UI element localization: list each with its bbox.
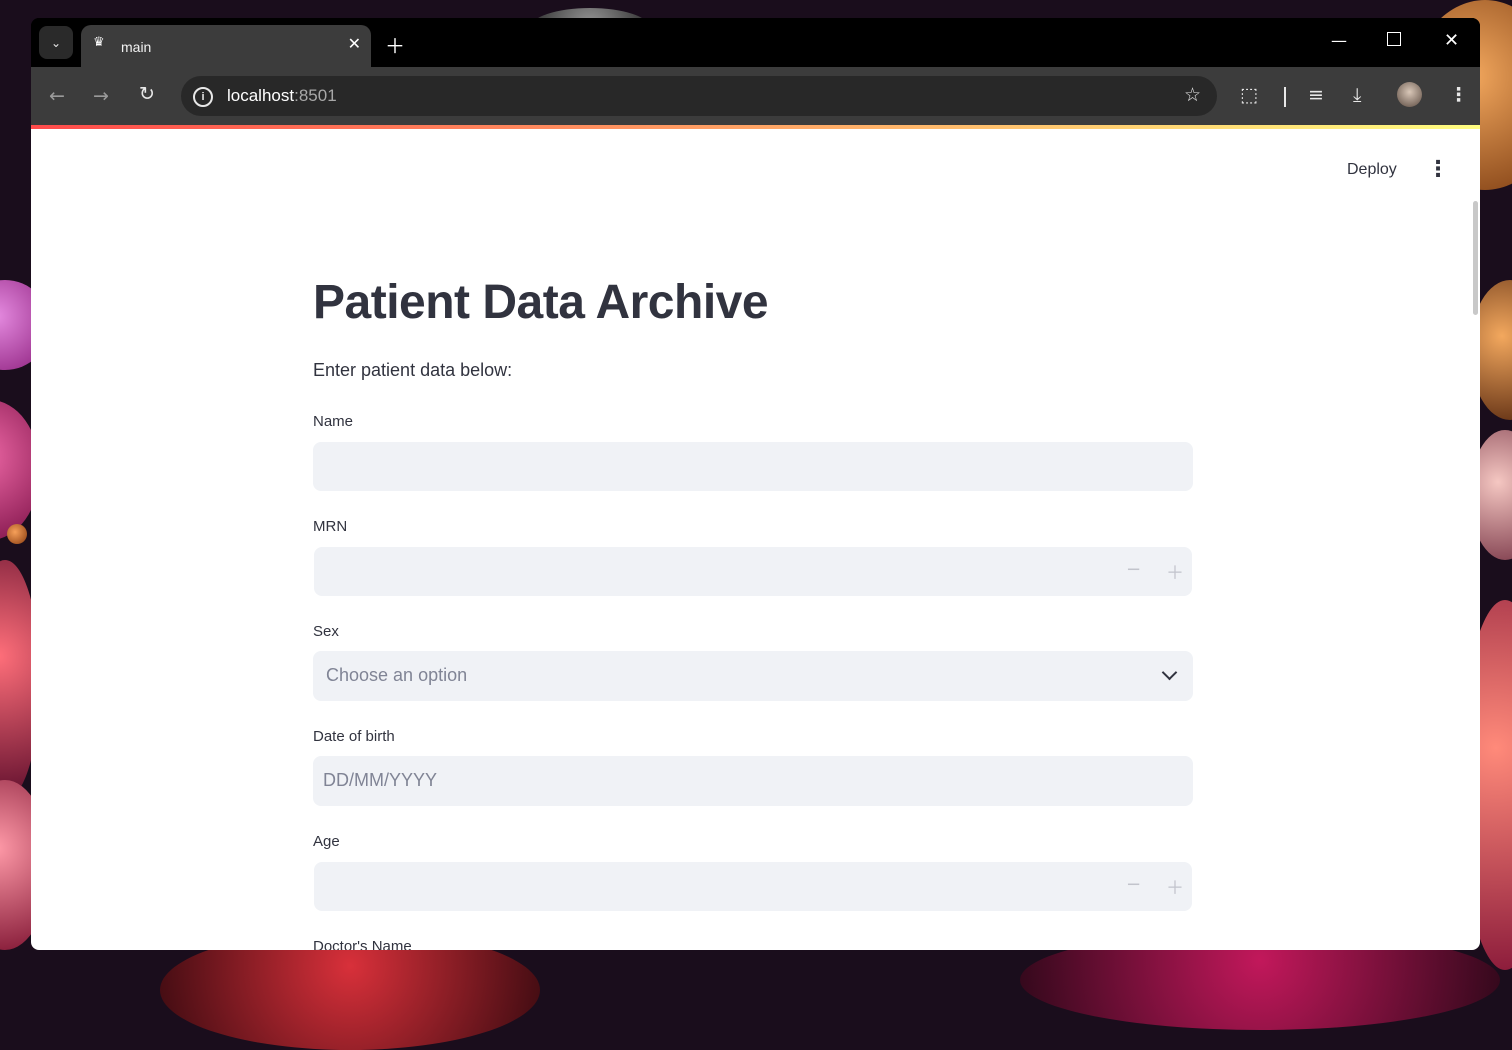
main-menu-icon[interactable]: ⋮ xyxy=(1427,159,1449,181)
intro-text: Enter patient data below: xyxy=(313,360,513,380)
mrn-decrement-icon[interactable]: − xyxy=(1126,559,1141,580)
window-close-icon[interactable]: ✕ xyxy=(1444,30,1459,51)
back-icon[interactable]: ← xyxy=(49,85,65,107)
sex-select[interactable]: Choose an option xyxy=(313,651,1193,701)
dob-input[interactable]: DD/MM/YYYY xyxy=(313,756,1193,806)
toolbar-divider xyxy=(1284,87,1286,107)
age-field-block: Age − ＋ xyxy=(313,833,1193,911)
crown-icon: ♛ xyxy=(93,35,105,50)
mrn-input[interactable]: − ＋ xyxy=(314,547,1192,596)
maximize-icon[interactable] xyxy=(1387,32,1401,46)
close-icon[interactable]: ✕ xyxy=(348,34,361,53)
mrn-label: MRN xyxy=(313,518,348,535)
sex-placeholder: Choose an option xyxy=(326,665,468,685)
doctor-field-block: Doctor's Name xyxy=(313,938,1193,950)
age-increment-icon[interactable]: ＋ xyxy=(1166,874,1184,900)
name-field-block: Name xyxy=(313,413,1193,491)
extensions-icon[interactable]: ⬚ xyxy=(1240,84,1258,106)
scrollbar[interactable] xyxy=(1473,201,1478,315)
tab-search-button[interactable]: ⌄ xyxy=(39,26,73,59)
age-label: Age xyxy=(313,833,340,850)
forward-icon[interactable]: → xyxy=(93,85,109,107)
info-icon[interactable]: i xyxy=(193,87,213,107)
media-queue-icon[interactable]: ≡ xyxy=(1308,84,1324,106)
download-icon[interactable]: ⤓ xyxy=(1353,84,1361,106)
mrn-increment-icon[interactable]: ＋ xyxy=(1166,559,1184,585)
name-label: Name xyxy=(313,413,354,430)
bookmark-star-icon[interactable]: ☆ xyxy=(1184,84,1201,106)
url-text: localhost:8501 xyxy=(227,86,337,105)
chevron-down-icon xyxy=(1161,664,1178,681)
age-input[interactable]: − ＋ xyxy=(314,862,1192,911)
address-bar[interactable]: i localhost:8501 ☆ xyxy=(181,76,1217,116)
browser-toolbar: ← → ↻ i localhost:8501 ☆ ⬚ ≡ ⤓ ⋮ xyxy=(31,67,1480,125)
new-tab-button[interactable]: ＋ xyxy=(385,30,405,59)
browser-window: ⌄ ♛ main ✕ ＋ — ✕ ← → ↻ i localhost:8501 … xyxy=(31,18,1480,950)
age-decrement-icon[interactable]: − xyxy=(1126,874,1141,895)
reload-icon[interactable]: ↻ xyxy=(139,83,155,105)
tab-main[interactable]: ♛ main ✕ xyxy=(81,25,371,67)
header-decoration xyxy=(31,125,1480,129)
doctor-label: Doctor's Name xyxy=(313,938,412,950)
mrn-field-block: MRN − ＋ xyxy=(313,518,1193,596)
dob-placeholder: DD/MM/YYYY xyxy=(323,770,438,790)
name-input[interactable] xyxy=(313,442,1193,491)
streamlit-app: Deploy ⋮ Patient Data Archive Enter pati… xyxy=(31,125,1480,950)
tab-strip: ⌄ ♛ main ✕ ＋ — ✕ xyxy=(31,18,1480,67)
dob-label: Date of birth xyxy=(313,728,395,745)
deploy-button[interactable]: Deploy xyxy=(1347,161,1397,179)
browser-menu-icon[interactable]: ⋮ xyxy=(1449,84,1468,106)
page-title: Patient Data Archive xyxy=(313,276,769,329)
profile-avatar[interactable] xyxy=(1397,82,1422,107)
sex-label: Sex xyxy=(313,623,339,640)
chevron-down-icon: ⌄ xyxy=(50,35,62,50)
minimize-icon[interactable]: — xyxy=(1331,31,1347,50)
dob-field-block: Date of birth DD/MM/YYYY xyxy=(313,728,1193,806)
sex-field-block: Sex Choose an option xyxy=(313,623,1193,701)
tab-title: main xyxy=(121,39,152,55)
